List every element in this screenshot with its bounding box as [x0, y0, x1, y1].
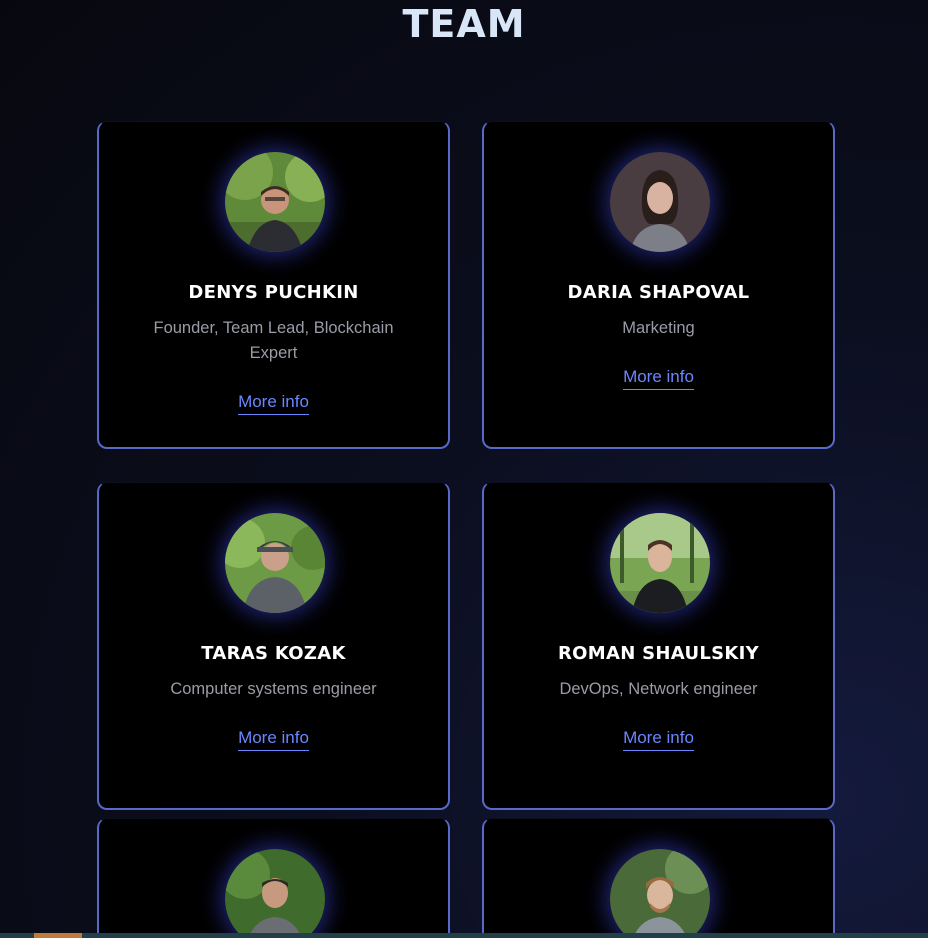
avatar [610, 513, 710, 613]
team-card: DARIA SHAPOVAL Marketing More info [482, 121, 835, 449]
bottom-bar-accent [34, 933, 82, 938]
section-title: TEAM [402, 2, 526, 46]
team-card: ROMAN SHAULSKIY DevOps, Network engineer… [482, 482, 835, 810]
avatar [225, 849, 325, 938]
member-name: DENYS PUCHKIN [188, 282, 359, 303]
more-info-link[interactable]: More info [238, 728, 309, 751]
member-role: DevOps, Network engineer [559, 680, 758, 698]
more-info-link[interactable]: More info [238, 392, 309, 415]
bottom-bar [0, 933, 928, 938]
member-name: ROMAN SHAULSKIY [558, 643, 759, 664]
member-role: Marketing [622, 319, 695, 337]
team-card [97, 818, 450, 938]
more-info-link[interactable]: More info [623, 728, 694, 751]
member-role: Founder, Team Lead, Blockchain Expert [153, 319, 394, 362]
member-name: DARIA SHAPOVAL [567, 282, 750, 303]
avatar [225, 513, 325, 613]
avatar [610, 849, 710, 938]
team-card [482, 818, 835, 938]
avatar [610, 152, 710, 252]
member-name: TARAS KOZAK [201, 643, 346, 664]
team-card: TARAS KOZAK Computer systems engineer Mo… [97, 482, 450, 810]
avatar [225, 152, 325, 252]
team-card: DENYS PUCHKIN Founder, Team Lead, Blockc… [97, 121, 450, 449]
more-info-link[interactable]: More info [623, 367, 694, 390]
member-role: Computer systems engineer [170, 680, 377, 698]
